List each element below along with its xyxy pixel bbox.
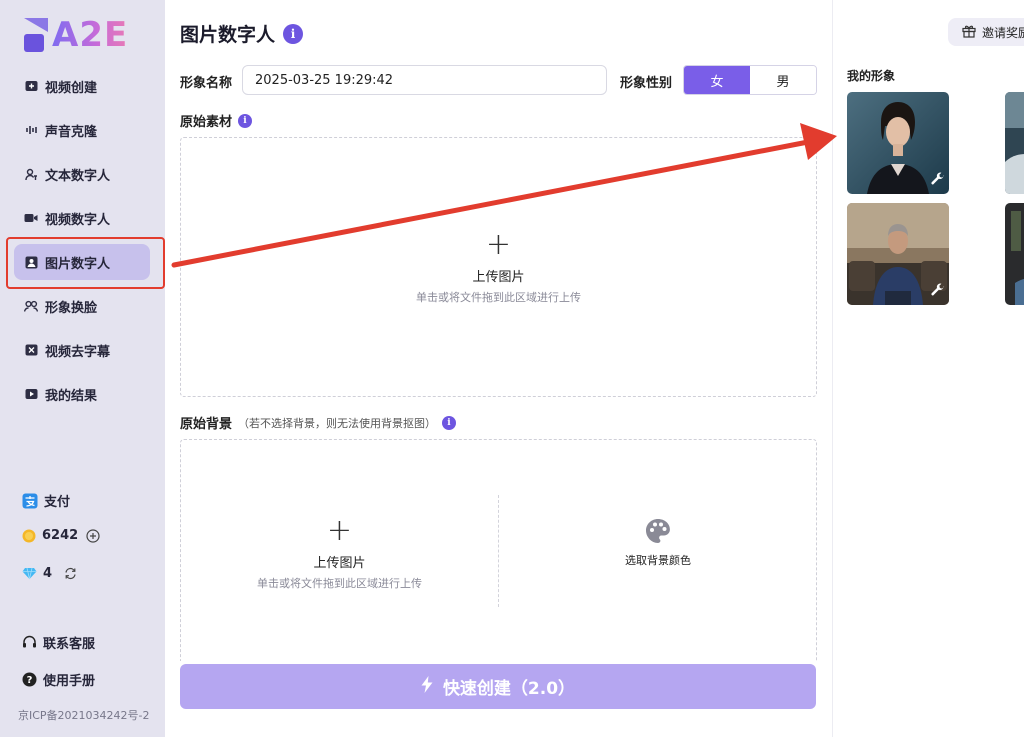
sound-wave-icon bbox=[24, 123, 38, 137]
diamond-icon bbox=[22, 567, 37, 580]
quick-create-label: 快速创建（2.0） bbox=[442, 679, 576, 699]
text-avatar-icon bbox=[24, 167, 38, 181]
remove-subtitle-icon bbox=[24, 343, 38, 357]
page-title: 图片数字人 i bbox=[180, 20, 304, 47]
diamond-balance: 4 bbox=[22, 566, 83, 581]
upload-prompt: + 上传图片 单击或将文件拖到此区域进行上传 bbox=[181, 516, 498, 591]
background-section-label: 原始背景 （若不选择背景，则无法使用背景抠图） i bbox=[180, 413, 457, 432]
upload-prompt: + 上传图片 单击或将文件拖到此区域进行上传 bbox=[181, 230, 816, 305]
contact-support-label: 联系客服 bbox=[43, 637, 96, 652]
coin-count: 6242 bbox=[42, 528, 79, 543]
pay-label: 支付 bbox=[44, 495, 71, 510]
info-icon[interactable]: i bbox=[238, 113, 253, 128]
logo[interactable]: A2E bbox=[24, 15, 129, 55]
background-label: 原始背景 bbox=[180, 417, 233, 432]
avatar-thumbnail[interactable] bbox=[1005, 203, 1024, 305]
logo-mark-icon bbox=[24, 18, 48, 52]
gender-toggle: 女 男 bbox=[683, 65, 817, 95]
palette-icon bbox=[499, 518, 817, 546]
help-circle-icon: ? bbox=[22, 672, 37, 687]
sidebar-item-text-avatar[interactable]: 文本数字人 bbox=[14, 156, 150, 192]
my-avatars-title: 我的形象 bbox=[847, 69, 896, 83]
pay-button[interactable]: 支付 bbox=[22, 491, 70, 510]
name-input-value: 2025-03-25 19:29:42 bbox=[255, 72, 394, 88]
lightning-icon bbox=[421, 676, 433, 697]
sidebar-item-label: 文本数字人 bbox=[45, 168, 111, 184]
sidebar: A2E 视频创建 声音克隆 文本数字人 视频数字人 图片数字人 形象换脸 视频去… bbox=[0, 0, 165, 737]
avatar-photo bbox=[1005, 92, 1024, 194]
page-title-text: 图片数字人 bbox=[180, 24, 276, 46]
diamond-count: 4 bbox=[43, 566, 53, 581]
svg-text:?: ? bbox=[27, 675, 33, 686]
refresh-icon[interactable] bbox=[64, 567, 77, 580]
info-icon[interactable]: i bbox=[283, 23, 304, 44]
column-divider bbox=[832, 0, 833, 737]
quick-create-button[interactable]: 快速创建（2.0） bbox=[180, 664, 816, 709]
source-upload-dropzone[interactable]: + 上传图片 单击或将文件拖到此区域进行上传 bbox=[180, 137, 817, 397]
upload-title: 上传图片 bbox=[472, 270, 525, 285]
upload-hint: 单击或将文件拖到此区域进行上传 bbox=[416, 291, 581, 304]
sidebar-item-label: 视频创建 bbox=[45, 80, 98, 96]
sidebar-item-my-results[interactable]: 我的结果 bbox=[14, 376, 150, 412]
gift-icon bbox=[962, 24, 976, 41]
upload-title: 上传图片 bbox=[313, 556, 366, 571]
upload-hint: 单击或将文件拖到此区域进行上传 bbox=[257, 577, 422, 590]
annotation-highlight-box bbox=[6, 237, 165, 289]
sidebar-item-label: 视频去字幕 bbox=[45, 344, 111, 360]
sidebar-item-voice-clone[interactable]: 声音克隆 bbox=[14, 112, 150, 148]
background-panel: + 上传图片 单击或将文件拖到此区域进行上传 选取背景颜色 bbox=[180, 439, 817, 661]
results-icon bbox=[24, 387, 38, 401]
logo-text: A2E bbox=[52, 15, 129, 55]
pick-color-prompt: 选取背景颜色 bbox=[499, 518, 817, 568]
coin-icon bbox=[22, 529, 36, 543]
name-input[interactable]: 2025-03-25 19:29:42 bbox=[242, 65, 607, 95]
icp-record[interactable]: 京ICP备2021034242号-2 bbox=[18, 707, 150, 723]
wrench-icon[interactable] bbox=[930, 283, 945, 302]
source-section-label: 原始素材 i bbox=[180, 111, 253, 130]
plus-icon: + bbox=[326, 513, 353, 548]
plus-icon: + bbox=[485, 227, 512, 262]
gender-option-male[interactable]: 男 bbox=[750, 66, 816, 94]
sidebar-item-label: 形象换脸 bbox=[45, 300, 98, 316]
name-label: 形象名称 bbox=[180, 76, 233, 91]
sidebar-item-label: 我的结果 bbox=[45, 388, 98, 404]
user-manual-link[interactable]: ? 使用手册 bbox=[22, 670, 95, 689]
alipay-icon bbox=[22, 493, 38, 509]
sidebar-item-remove-subtitle[interactable]: 视频去字幕 bbox=[14, 332, 150, 368]
contact-support-link[interactable]: 联系客服 bbox=[22, 633, 95, 652]
pick-color-label: 选取背景颜色 bbox=[625, 554, 691, 567]
gender-option-female[interactable]: 女 bbox=[684, 66, 750, 94]
invite-reward-button[interactable]: 邀请奖励 bbox=[948, 18, 1024, 46]
pick-background-color[interactable]: 选取背景颜色 bbox=[499, 440, 817, 662]
background-note: （若不选择背景，则无法使用背景抠图） bbox=[238, 416, 437, 430]
sidebar-item-label: 视频数字人 bbox=[45, 212, 111, 228]
avatar-thumbnail[interactable] bbox=[847, 92, 949, 194]
add-circle-icon[interactable] bbox=[86, 528, 100, 543]
info-icon[interactable]: i bbox=[442, 415, 457, 430]
user-manual-label: 使用手册 bbox=[43, 674, 96, 689]
video-avatar-icon bbox=[24, 211, 38, 225]
background-upload-dropzone[interactable]: + 上传图片 单击或将文件拖到此区域进行上传 bbox=[181, 440, 498, 662]
avatar-photo bbox=[1005, 203, 1024, 305]
avatar-thumbnail[interactable] bbox=[847, 203, 949, 305]
sidebar-item-video-create[interactable]: 视频创建 bbox=[14, 68, 150, 104]
invite-reward-label: 邀请奖励 bbox=[982, 25, 1024, 40]
sidebar-item-face-swap[interactable]: 形象换脸 bbox=[14, 288, 150, 324]
face-swap-icon bbox=[24, 299, 38, 313]
headset-icon bbox=[22, 635, 37, 650]
wrench-icon[interactable] bbox=[930, 172, 945, 191]
video-create-icon bbox=[24, 79, 38, 93]
sidebar-item-label: 声音克隆 bbox=[45, 124, 98, 140]
avatar-thumbnail[interactable] bbox=[1005, 92, 1024, 194]
gender-label: 形象性别 bbox=[620, 76, 673, 91]
source-label: 原始素材 bbox=[180, 115, 233, 130]
sidebar-item-video-avatar[interactable]: 视频数字人 bbox=[14, 200, 150, 236]
coin-balance: 6242 bbox=[22, 528, 106, 543]
